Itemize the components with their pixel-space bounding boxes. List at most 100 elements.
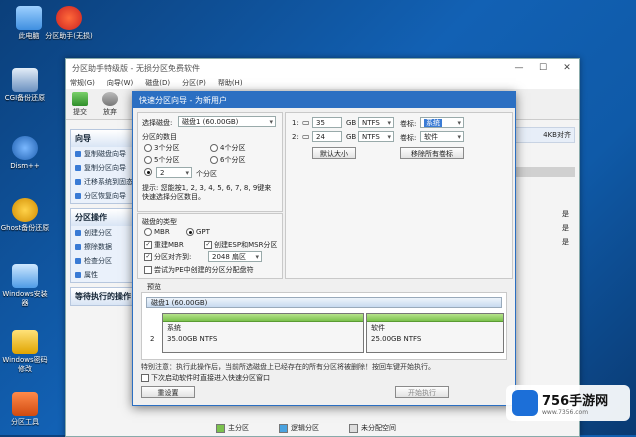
radio-gpt[interactable]: GPT bbox=[186, 228, 210, 236]
autostart-checkbox[interactable]: 下次启动软件时直接进入快速分区窗口 bbox=[141, 373, 270, 383]
left-sidebar: 向导 复制磁盘向导 复制分区向导 迁移系统到固态硬盘 分区恢复向导 分区操作 创… bbox=[70, 129, 136, 310]
legend: 主分区 逻辑分区 未分配空间 bbox=[216, 423, 396, 433]
partition-assistant-icon[interactable]: 分区助手(无损) bbox=[44, 6, 94, 41]
item-label: 创建分区 bbox=[84, 229, 112, 237]
preview-partition-system[interactable]: 系统 35.00GB NTFS bbox=[162, 313, 364, 353]
discard-button[interactable]: 放弃 bbox=[102, 91, 118, 117]
menubar: 常规(G) 向导(W) 磁盘(D) 分区(P) 帮助(H) bbox=[66, 77, 579, 89]
menu-help[interactable]: 帮助(H) bbox=[218, 78, 243, 88]
filesystem-select[interactable]: NTFS bbox=[358, 117, 394, 129]
dism-icon[interactable]: Dism++ bbox=[0, 136, 50, 171]
disk-select[interactable]: 磁盘1 (60.00GB) bbox=[178, 116, 276, 128]
menu-disk[interactable]: 磁盘(D) bbox=[145, 78, 170, 88]
menu-general[interactable]: 常规(G) bbox=[70, 78, 95, 88]
dialog-title: 快速分区向导 - 为新用户 bbox=[139, 95, 227, 105]
icon-label: Dism++ bbox=[10, 162, 40, 170]
align-checkbox[interactable]: ✓ 分区对齐到: bbox=[144, 252, 191, 262]
disk-icon: ▭ bbox=[302, 118, 310, 127]
wipe-icon bbox=[75, 244, 81, 250]
partition-size-input[interactable]: 24 bbox=[312, 131, 342, 142]
list-item[interactable]: 擦除数据 bbox=[71, 240, 135, 254]
size-unit: GB bbox=[346, 119, 357, 127]
ghost-backup-icon[interactable]: Ghost备份还原 bbox=[0, 198, 50, 233]
list-item[interactable]: 复制分区向导 bbox=[71, 161, 135, 175]
menu-wizard[interactable]: 向导(W) bbox=[107, 78, 133, 88]
close-icon[interactable]: ✕ bbox=[555, 63, 579, 73]
rebuild-mbr-checkbox[interactable]: ✓ 重建MBR bbox=[144, 240, 184, 250]
migrate-icon bbox=[75, 179, 81, 185]
icon-label: Windows安装器 bbox=[2, 290, 48, 307]
item-label: 复制分区向导 bbox=[84, 164, 126, 172]
partition-count-label: 分区的数目 bbox=[142, 133, 177, 141]
partition-index: 2: bbox=[292, 133, 299, 141]
radio-4-partitions[interactable]: 4个分区 bbox=[210, 143, 245, 153]
radio-mbr[interactable]: MBR bbox=[144, 228, 170, 236]
window-title: 分区助手特级版 - 无损分区免费软件 bbox=[72, 63, 200, 73]
brand-logo-icon bbox=[512, 390, 538, 416]
custom-count-select[interactable]: 2 bbox=[156, 167, 192, 179]
list-item[interactable]: 分区恢复向导 bbox=[71, 189, 135, 203]
volume-label-input[interactable]: 系统 bbox=[420, 117, 464, 129]
partition-list: 1: ▭ 35 GB NTFS 卷标: 系统 2: ▭ 24 GB NTFS 卷… bbox=[285, 112, 513, 279]
reset-button[interactable]: 重设置 bbox=[141, 386, 195, 398]
windows-password-icon[interactable]: Windows密码修改 bbox=[0, 330, 50, 374]
assign-letter-checkbox[interactable]: 尝试为PE中创建的分区分配盘符 bbox=[144, 265, 254, 275]
cgi-backup-icon[interactable]: CGI备份还原 bbox=[0, 68, 50, 103]
legend-logical: 逻辑分区 bbox=[279, 423, 319, 433]
radio-label: 5个分区 bbox=[154, 156, 180, 164]
windows-installer-icon[interactable]: Windows安装器 bbox=[0, 264, 50, 308]
size-unit: GB bbox=[346, 133, 357, 141]
start-button[interactable]: 开始执行 bbox=[395, 386, 449, 398]
radio-3-partitions[interactable]: 3个分区 bbox=[144, 143, 179, 153]
volume-label-input[interactable]: 软件 bbox=[420, 131, 464, 143]
item-label: 分区恢复向导 bbox=[84, 192, 126, 200]
partition-name: 系统 bbox=[167, 324, 181, 332]
icon-label: 分区助手(无损) bbox=[45, 32, 93, 40]
default-size-button[interactable]: 默认大小 bbox=[312, 147, 356, 159]
create-icon bbox=[75, 230, 81, 236]
create-esp-checkbox[interactable]: ✓ 创建ESP和MSR分区 bbox=[204, 240, 277, 250]
cell: 是 bbox=[562, 210, 569, 218]
partition-tool-icon[interactable]: 分区工具 bbox=[0, 392, 50, 427]
volume-label-caption: 卷标: bbox=[400, 120, 417, 128]
commit-button[interactable]: 提交 bbox=[72, 91, 88, 117]
list-item[interactable]: 复制磁盘向导 bbox=[71, 147, 135, 161]
checkbox-label: 下次启动软件时直接进入快速分区窗口 bbox=[151, 374, 270, 382]
minimize-icon[interactable]: — bbox=[507, 63, 531, 73]
partition-ops-panel: 分区操作 创建分区 擦除数据 检查分区 属性 bbox=[70, 208, 136, 283]
legend-label: 主分区 bbox=[228, 424, 249, 432]
preview-disk-header: 磁盘1 (60.00GB) bbox=[146, 297, 502, 308]
list-item[interactable]: 迁移系统到固态硬盘 bbox=[71, 175, 135, 189]
remove-labels-button[interactable]: 移除所有卷标 bbox=[400, 147, 464, 159]
discard-label: 放弃 bbox=[103, 107, 117, 116]
hint-text: 提示: 您能按1, 2, 3, 4, 5, 6, 7, 8, 9键来快速选择分区… bbox=[142, 184, 272, 201]
panel-title: 等待执行的操作 bbox=[71, 288, 135, 305]
filesystem-select[interactable]: NTFS bbox=[358, 131, 394, 143]
partition-copy-icon bbox=[75, 165, 81, 171]
preview-area: 磁盘1 (60.00GB) 2 系统 35.00GB NTFS 软件 25.00… bbox=[141, 292, 507, 360]
radio-custom-count[interactable] bbox=[144, 168, 152, 176]
checkbox-label: 尝试为PE中创建的分区分配盘符 bbox=[154, 266, 254, 274]
volume-label-caption: 卷标: bbox=[400, 134, 417, 142]
item-label: 属性 bbox=[84, 271, 98, 279]
column-4k-align[interactable]: 4KB对齐 bbox=[543, 130, 571, 140]
radio-label: 6个分区 bbox=[220, 156, 246, 164]
warning-text: 特别注意：执行此操作后，当前所选磁盘上已经存在的所有分区将被删除！按回车键开始执… bbox=[141, 363, 435, 371]
align-select[interactable]: 2048 扇区 bbox=[208, 251, 262, 263]
check-icon bbox=[75, 258, 81, 264]
legend-label: 逻辑分区 bbox=[291, 424, 319, 432]
undo-icon bbox=[102, 91, 118, 106]
menu-partition[interactable]: 分区(P) bbox=[182, 78, 206, 88]
maximize-icon[interactable]: ☐ bbox=[531, 63, 555, 73]
count-unit-label: 个分区 bbox=[196, 170, 217, 178]
list-item[interactable]: 检查分区 bbox=[71, 254, 135, 268]
list-item[interactable]: 属性 bbox=[71, 268, 135, 282]
partition-size-input[interactable]: 35 bbox=[312, 117, 342, 128]
radio-6-partitions[interactable]: 6个分区 bbox=[210, 155, 245, 165]
radio-label: 3个分区 bbox=[154, 144, 180, 152]
partition-count-group: 选择磁盘: 磁盘1 (60.00GB) 分区的数目 3个分区 4个分区 5个分区… bbox=[137, 112, 283, 212]
radio-5-partitions[interactable]: 5个分区 bbox=[144, 155, 179, 165]
preview-partition-software[interactable]: 软件 25.00GB NTFS bbox=[366, 313, 504, 353]
list-item[interactable]: 创建分区 bbox=[71, 226, 135, 240]
wizard-panel: 向导 复制磁盘向导 复制分区向导 迁移系统到固态硬盘 分区恢复向导 bbox=[70, 129, 136, 204]
